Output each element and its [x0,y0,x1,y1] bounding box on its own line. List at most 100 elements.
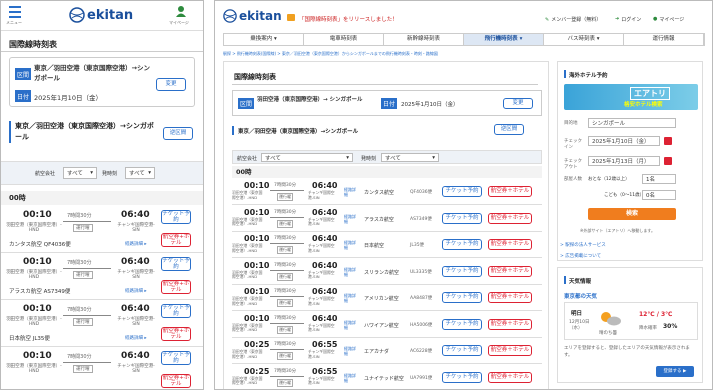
dep-time: 00:25 [244,366,270,376]
ticket-button[interactable]: チケット予約 [161,351,191,365]
duration-arrow [270,322,304,324]
time-select[interactable]: すべて ▾ [381,153,439,162]
flight-row: 00:10 羽田空港（東京国際空港）-HND 7時間30分 運行曜 06:40 チャンギ国… [1,254,203,300]
detail-link[interactable]: 経路詳細 [344,240,358,250]
flight-hotel-button[interactable]: 航空券＋ホテル [488,345,532,356]
detail-link[interactable]: 経路詳細 [344,346,358,356]
operation-days: 運行曜 [73,318,93,326]
to-airport: チャンギ国際空港-SIN [308,322,335,333]
duration-arrow [63,362,111,363]
route-title: 東京／羽田空港（東京国際空港）→シンガポール [238,129,359,135]
nav-tab-5[interactable]: 運行情報 [624,34,704,45]
detail-link[interactable]: 経路詳細 ▸ [125,335,147,341]
flight-hotel-button[interactable]: 航空券＋ホテル [488,212,532,224]
section-tag: 区間 [238,98,254,109]
detail-link[interactable]: 経路詳細 [344,293,358,303]
duration: 7時間30分 [67,307,92,313]
rain-value: 30% [663,323,678,330]
ticket-button[interactable]: チケット予約 [442,318,482,330]
duration: 7時間30分 [274,315,297,321]
flight-hotel-button[interactable]: 航空券＋ホテル [488,371,532,383]
arr-time: 06:55 [312,366,338,376]
detail-link[interactable]: 経路詳細 ▸ [125,241,147,247]
detail-link[interactable]: 経路詳細 [344,214,358,224]
reverse-button[interactable]: 逆区間 [494,124,524,135]
airline-select[interactable]: すべて ▾ [261,153,353,162]
detail-link[interactable]: 経路詳細 [344,267,358,277]
dep-time: 00:10 [23,210,52,220]
mypage-link[interactable]: ● マイページ [653,16,684,23]
date-tag: 日付 [15,90,31,102]
checkout-calendar-icon[interactable] [664,157,672,165]
weather-desc: 晴のち曇 [599,331,617,336]
change-button[interactable]: 変更 [503,98,533,109]
main-nav: 乗換案内 ▾ 電車時刻表 新幹線時刻表 飛行機時刻表 ▾ バス時刻表 ▾ 運行情報 [223,33,705,46]
register-button[interactable]: 登録する ▶ [656,366,694,377]
flight-hotel-button[interactable]: 航空券+ホテル [161,280,191,294]
ad-link[interactable]: > 広告掲載について [560,253,601,259]
detail-link[interactable]: 経路詳細 [344,320,358,330]
change-button[interactable]: 変更 [156,78,186,91]
detail-link[interactable]: 経路詳細 ▸ [125,288,147,294]
ticket-button[interactable]: チケット予約 [161,210,191,224]
reverse-button[interactable]: 逆区間 [163,127,193,140]
child-count-select[interactable]: 0名 [642,190,676,200]
checkin-calendar-icon[interactable] [664,137,672,145]
airline-name: ハワイアン航空 [364,322,399,329]
checkin-input[interactable]: 2025年1月10日（金） [588,136,660,146]
adult-count-select[interactable]: 1名 [642,174,676,184]
promo-text[interactable]: 「国際線時刻表」をリリースしました！ [299,15,398,23]
nav-tab-3[interactable]: 飛行機時刻表 ▾ [464,34,544,45]
ticket-button[interactable]: チケット予約 [442,265,482,277]
flight-hotel-button[interactable]: 航空券+ホテル [161,327,191,341]
airline-name: アラスカ航空 [364,216,394,223]
duration-arrow [63,221,111,222]
weather-city[interactable]: 東京都の天気 [564,292,597,300]
time-select-value: すべて [385,155,401,162]
member-link[interactable]: ✎ メンバー登録（無料） [545,16,601,24]
login-link[interactable]: ➜ ログイン [615,16,641,23]
time-select[interactable]: すべて ▾ [125,167,155,179]
search-button[interactable]: 検索 [588,208,676,220]
airline-select[interactable]: すべて ▾ [63,167,97,179]
ticket-button[interactable]: チケット予約 [442,212,482,224]
child-label: こども（0〜11歳） [604,193,645,198]
flight-hotel-button[interactable]: 航空券＋ホテル [488,265,532,277]
megaphone-icon [287,14,295,21]
ticket-button[interactable]: チケット予約 [442,371,482,383]
ticket-button[interactable]: チケット予約 [161,257,191,271]
ekitan-logo[interactable]: ekitan [69,7,133,23]
hotel-banner[interactable]: エアトリ 格安ホテル検索 [564,84,698,110]
airline-name: エアカナダ [364,349,390,355]
airline-select-value: すべて [265,155,281,162]
nav-tab-1[interactable]: 電車時刻表 [304,34,384,45]
mypage-link-label: マイページ [659,17,685,23]
nav-tab-4[interactable]: バス時刻表 ▾ [544,34,624,45]
from-airport: 羽田空港（東京国際空港）-HND [6,317,62,327]
ticket-button[interactable]: チケット予約 [442,186,482,197]
checkout-label: チェックアウト [564,159,582,170]
detail-link[interactable]: 経路詳細 [344,373,358,383]
flight-hotel-button[interactable]: 航空券＋ホテル [488,186,532,197]
login-icon: ➜ [615,16,620,22]
ticket-button[interactable]: チケット予約 [442,239,482,250]
detail-link[interactable]: 経路詳細 [344,187,358,197]
airline-label: 航空会社 [237,156,258,162]
ticket-button[interactable]: チケット予約 [442,292,482,303]
destination-input[interactable]: シンガポール [588,118,676,128]
desktop-logo[interactable]: ekitan [223,9,282,23]
flight-hotel-button[interactable]: 航空券＋ホテル [488,292,532,303]
flight-hotel-button[interactable]: 航空券+ホテル [161,374,191,388]
flight-hotel-button[interactable]: 航空券＋ホテル [488,318,532,330]
mypage-icon[interactable] [175,5,187,17]
flight-hotel-button[interactable]: 航空券+ホテル [161,233,191,247]
checkout-input[interactable]: 2025年1月13日（月） [588,156,660,166]
menu-icon[interactable] [9,6,21,18]
nav-tab-0[interactable]: 乗換案内 ▾ [224,34,304,45]
ticket-button[interactable]: チケット予約 [161,304,191,318]
ticket-button[interactable]: チケット予約 [442,345,482,356]
flight-hotel-button[interactable]: 航空券＋ホテル [488,239,532,250]
corporate-link[interactable]: > 駅探の法人サービス [560,242,606,248]
nav-tab-2[interactable]: 新幹線時刻表 [384,34,464,45]
duration: 7時間30分 [274,209,297,215]
